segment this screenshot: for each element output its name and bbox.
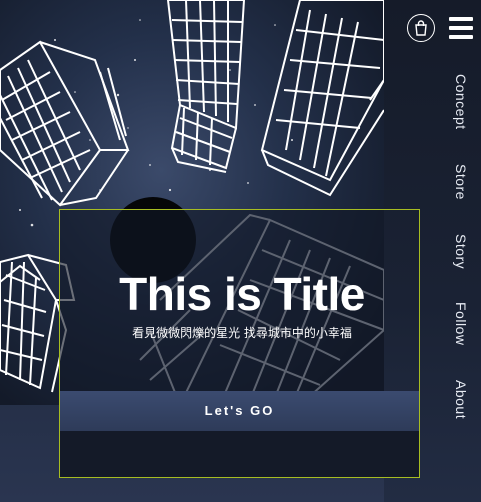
nav-item-concept[interactable]: Concept [447, 74, 475, 130]
building-right-tower [260, 0, 384, 197]
building-left-upper [0, 40, 130, 207]
nav-item-story[interactable]: Story [447, 234, 475, 269]
side-nav: Concept Store Story Follow About [447, 0, 475, 502]
nav-item-follow[interactable]: Follow [447, 302, 475, 345]
shopping-bag-icon [415, 20, 427, 36]
nav-item-store[interactable]: Store [447, 164, 475, 200]
building-center-tower [166, 0, 246, 173]
page: Concept Store Story Follow About This is… [0, 0, 481, 502]
hero-card-frame [59, 209, 420, 478]
nav-item-about[interactable]: About [447, 380, 475, 419]
shopping-bag-button[interactable] [407, 14, 435, 42]
